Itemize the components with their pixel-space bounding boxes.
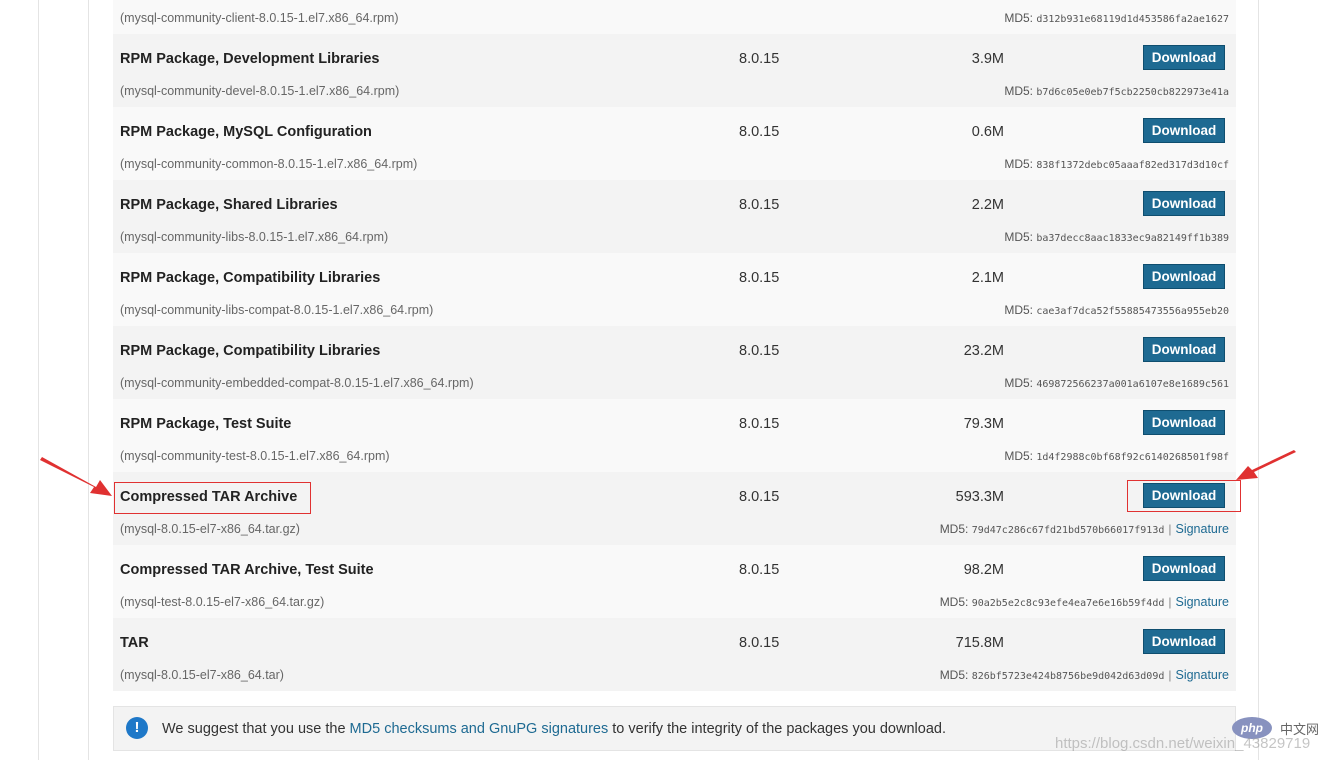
signature-link[interactable]: Signature — [1175, 668, 1229, 682]
package-title: RPM Package, Shared Libraries — [120, 197, 338, 213]
package-row: TAR 8.0.15 715.8M Download (mysql-8.0.15… — [113, 618, 1236, 691]
package-size: 23.2M — [963, 343, 1004, 359]
download-button[interactable]: Download — [1143, 118, 1225, 143]
signature-link[interactable]: Signature — [1175, 522, 1229, 536]
package-title: Compressed TAR Archive, Test Suite — [120, 562, 374, 578]
package-md5: MD5: 838f1372debc05aaaf82ed317d3d10cf — [1004, 157, 1229, 171]
package-md5: MD5: 469872566237a001a6107e8e1689c561 — [1004, 376, 1229, 390]
package-title: RPM Package, Development Libraries — [120, 51, 380, 67]
package-version: 8.0.15 — [739, 343, 780, 359]
package-row: RPM Package, Test Suite 8.0.15 79.3M Dow… — [113, 399, 1236, 472]
package-filename: (mysql-community-libs-8.0.15-1.el7.x86_6… — [120, 230, 389, 244]
package-size: 2.1M — [971, 270, 1004, 286]
package-filename: (mysql-community-devel-8.0.15-1.el7.x86_… — [120, 84, 400, 98]
highlight-box-download — [1127, 480, 1241, 512]
package-filename: (mysql-community-client-8.0.15-1.el7.x86… — [120, 11, 399, 25]
package-md5: MD5: 79d47c286c67fd21bd570b66017f913d | Si… — [939, 522, 1229, 536]
download-button[interactable]: Download — [1143, 556, 1225, 581]
package-title: RPM Package, MySQL Configuration — [120, 124, 372, 140]
download-button[interactable]: Download — [1143, 264, 1225, 289]
package-md5: MD5: 826bf5723e424b8756be9d042d63d09d | Si… — [939, 668, 1229, 682]
package-size: 3.9M — [971, 51, 1004, 67]
package-md5: MD5: d312b931e68119d1d453586fa2ae1627 — [1004, 11, 1229, 25]
arrow-left-icon — [40, 457, 112, 496]
package-filename: (mysql-8.0.15-el7-x86_64.tar.gz) — [120, 522, 300, 536]
package-md5: MD5: ba37decc8aac1833ec9a82149ff1b389 — [1004, 230, 1229, 244]
package-md5: MD5: 1d4f2988c0bf68f92c6140268501f98f — [1004, 449, 1229, 463]
highlight-box-title — [114, 482, 311, 514]
content-border-left — [88, 0, 89, 760]
package-filename: (mysql-8.0.15-el7-x86_64.tar) — [120, 668, 284, 682]
package-filename: (mysql-community-embedded-compat-8.0.15-… — [120, 376, 474, 390]
note-text: We suggest that you use the MD5 checksum… — [162, 721, 946, 737]
arrow-right-icon — [1236, 450, 1296, 480]
download-table: (mysql-community-client-8.0.15-1.el7.x86… — [113, 0, 1236, 691]
package-md5: MD5: 90a2b5e2c8c93efe4ea7e6e16b59f4dd | Si… — [939, 595, 1229, 609]
download-button[interactable]: Download — [1143, 191, 1225, 216]
package-title: TAR — [120, 635, 149, 651]
download-button[interactable]: Download — [1143, 629, 1225, 654]
package-version: 8.0.15 — [739, 124, 780, 140]
package-version: 8.0.15 — [739, 635, 780, 651]
download-button[interactable]: Download — [1143, 337, 1225, 362]
package-title: RPM Package, Test Suite — [120, 416, 292, 432]
package-row: RPM Package, Compatibility Libraries 8.0… — [113, 326, 1236, 399]
package-filename: (mysql-community-libs-compat-8.0.15-1.el… — [120, 303, 434, 317]
package-filename: (mysql-test-8.0.15-el7-x86_64.tar.gz) — [120, 595, 325, 609]
package-md5: MD5: cae3af7dca52f55885473556a955eb20 — [1004, 303, 1229, 317]
package-version: 8.0.15 — [739, 270, 780, 286]
package-size: 2.2M — [971, 197, 1004, 213]
package-version: 8.0.15 — [739, 489, 780, 505]
package-filename: (mysql-community-common-8.0.15-1.el7.x86… — [120, 157, 418, 171]
page-border-left — [38, 0, 39, 760]
download-button[interactable]: Download — [1143, 410, 1225, 435]
package-version: 8.0.15 — [739, 197, 780, 213]
checksum-link[interactable]: MD5 checksums and GnuPG signatures — [350, 721, 609, 737]
download-button[interactable]: Download — [1143, 45, 1225, 70]
content-border-right — [1258, 0, 1259, 760]
package-size: 715.8M — [955, 635, 1004, 651]
package-size: 98.2M — [963, 562, 1004, 578]
info-icon: ! — [126, 717, 148, 739]
signature-link[interactable]: Signature — [1175, 595, 1229, 609]
package-row: RPM Package, Shared Libraries 8.0.15 2.2… — [113, 180, 1236, 253]
package-md5: MD5: b7d6c05e0eb7f5cb2250cb822973e41a — [1004, 84, 1229, 98]
package-row: (mysql-community-client-8.0.15-1.el7.x86… — [113, 0, 1236, 34]
package-filename: (mysql-community-test-8.0.15-1.el7.x86_6… — [120, 449, 390, 463]
package-row: RPM Package, Development Libraries 8.0.1… — [113, 34, 1236, 107]
package-title: RPM Package, Compatibility Libraries — [120, 270, 381, 286]
package-row: RPM Package, MySQL Configuration 8.0.15 … — [113, 107, 1236, 180]
package-version: 8.0.15 — [739, 51, 780, 67]
package-size: 0.6M — [971, 124, 1004, 140]
package-title: RPM Package, Compatibility Libraries — [120, 343, 381, 359]
watermark: https://blog.csdn.net/weixin_43829719 — [1055, 735, 1311, 752]
package-version: 8.0.15 — [739, 562, 780, 578]
package-version: 8.0.15 — [739, 416, 780, 432]
package-size: 79.3M — [963, 416, 1004, 432]
package-row: Compressed TAR Archive, Test Suite 8.0.1… — [113, 545, 1236, 618]
package-size: 593.3M — [955, 489, 1004, 505]
package-row: RPM Package, Compatibility Libraries 8.0… — [113, 253, 1236, 326]
